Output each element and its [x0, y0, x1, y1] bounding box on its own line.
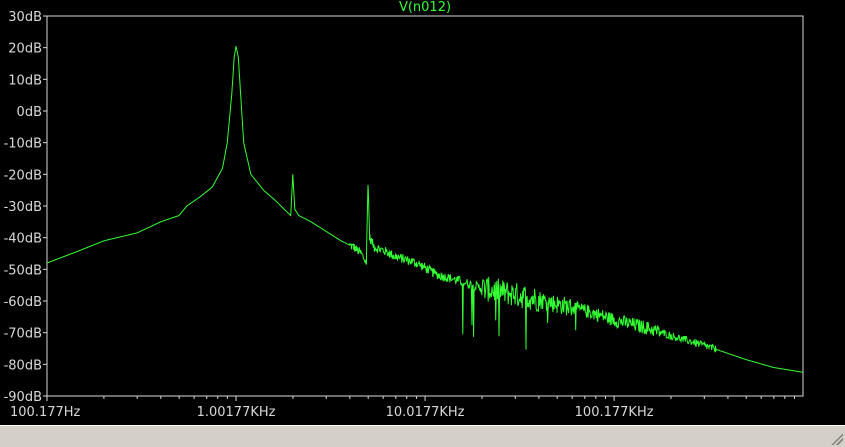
plot-frame — [46, 15, 804, 397]
y-tick-label: 20dB — [8, 42, 42, 57]
y-tick-label: 30dB — [8, 10, 42, 25]
y-tick-label: -30dB — [4, 200, 42, 215]
y-tick-label: 0dB — [17, 105, 42, 120]
x-tick-label: 10.0177KHz — [386, 405, 465, 420]
y-tick-label: -70dB — [4, 327, 42, 342]
y-tick-label: -10dB — [4, 137, 42, 152]
y-tick-label: -20dB — [4, 168, 42, 183]
y-tick-label: -50dB — [4, 263, 42, 278]
status-bar — [0, 425, 845, 447]
y-tick-label: -90dB — [4, 390, 42, 405]
x-tick-label: 100.177KHz — [575, 405, 654, 420]
y-tick-label: -40dB — [4, 232, 42, 247]
x-tick-label: 100.177Hz — [10, 405, 81, 420]
y-tick-label: -80dB — [4, 358, 42, 373]
y-tick-label: 10dB — [8, 73, 42, 88]
trace-line — [46, 45, 804, 373]
resize-grip-icon[interactable] — [831, 433, 843, 445]
chart: 30dB 20dB 10dB 0dB -10dB -20dB -30dB -40dB -50dB… — [4, 0, 804, 420]
y-tick-label: -60dB — [4, 295, 42, 310]
x-tick-label: 1.00177KHz — [197, 405, 276, 420]
chart-title: V(n012) — [399, 0, 451, 15]
